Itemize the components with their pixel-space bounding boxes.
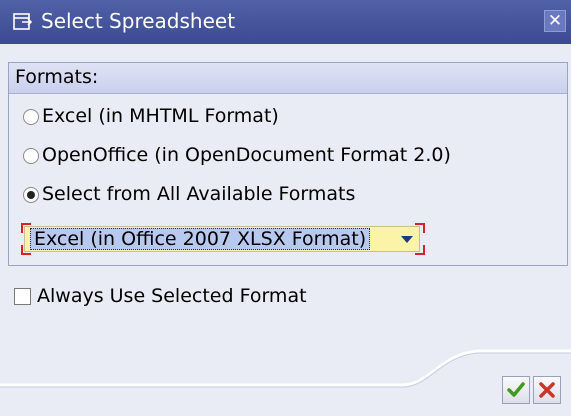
dialog-icon	[13, 13, 33, 30]
footer-decoration	[0, 349, 571, 388]
dialog-body: Formats: Excel (in MHTML Format) OpenOff…	[0, 44, 571, 416]
radio-label: Excel (in MHTML Format)	[42, 105, 279, 127]
close-icon: ✕	[547, 11, 563, 31]
format-dropdown-wrapper: Excel (in Office 2007 XLSX Format)	[21, 223, 425, 255]
radio-button[interactable]	[23, 148, 39, 164]
formats-group-header: Formats:	[9, 63, 567, 94]
formats-group-title: Formats:	[15, 66, 99, 88]
ok-button[interactable]	[502, 376, 530, 404]
always-use-format-checkbox[interactable]	[14, 288, 31, 305]
checkmark-icon	[507, 382, 525, 397]
title-bar: Select Spreadsheet ✕	[0, 0, 571, 44]
radio-button-selected[interactable]	[23, 187, 39, 203]
cancel-button[interactable]	[533, 376, 561, 404]
format-dropdown[interactable]: Excel (in Office 2007 XLSX Format)	[24, 226, 420, 252]
chevron-down-icon[interactable]	[401, 236, 413, 243]
radio-button[interactable]	[23, 109, 39, 125]
x-icon	[539, 382, 555, 398]
radio-label: OpenOffice (in OpenDocument Format 2.0)	[42, 144, 451, 166]
format-dropdown-value: Excel (in Office 2007 XLSX Format)	[30, 228, 371, 250]
radio-label: Select from All Available Formats	[42, 183, 356, 205]
checkbox-label: Always Use Selected Format	[37, 285, 307, 307]
formats-group: Formats: Excel (in MHTML Format) OpenOff…	[8, 62, 568, 266]
window-title: Select Spreadsheet	[41, 9, 236, 33]
close-button[interactable]: ✕	[544, 10, 566, 32]
